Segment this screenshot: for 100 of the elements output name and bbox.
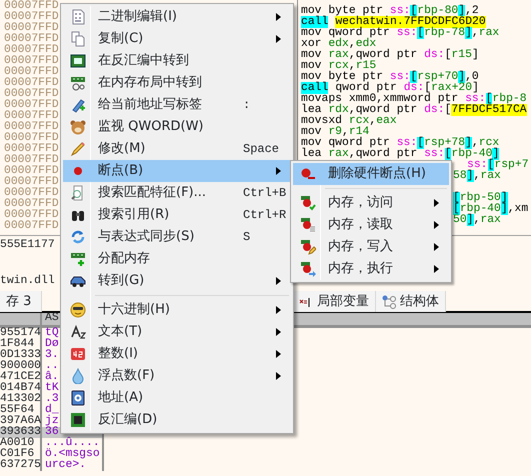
menu-item[interactable]: 复制(C) [63,28,291,50]
address-cell: 00007FFD [4,122,59,133]
hex-cell: A0010 [0,437,34,449]
address-cell: 00007FFD [4,67,59,78]
code-line: mov qword ptr ss:[rbp-78],rax [301,28,500,39]
menu-item[interactable]: 内存，写入 [293,236,449,258]
menu-item[interactable]: 内存，读取 [293,214,449,236]
module-name: twin.dll [0,276,55,287]
address-cell: 00007FFD [4,221,59,232]
code-line: [rbp-40],xm [453,204,528,215]
address-cell: 00007FFD [4,155,59,166]
shortcut-text: : [243,97,250,114]
hex-cell: 471CE2 [0,371,42,383]
binary-file-icon [70,9,86,25]
hex-cell: 413302 [0,393,42,405]
code-line: call qword ptr ds:[rax+20] [301,83,479,94]
search-document-icon [70,185,86,201]
hex-cell: 0D1333 [0,349,42,361]
hex-cell: 393633 [0,426,42,438]
menu-item[interactable]: 删除硬件断点(H) [293,163,449,185]
memory-breakpoint-icon [300,261,316,277]
address-cell: 00007FFD [4,188,59,199]
pencil-icon [70,141,86,157]
menu-item[interactable]: 搜索引用(R) Ctrl+R [63,204,291,226]
address-cell: 00007FFD [4,12,59,23]
ascii-cell: tQ [45,327,59,339]
address-cell: 00007FFD [4,210,59,221]
address-cell: 00007FFD [4,177,59,188]
code-line: mov qword ptr ss:[rsp+78],rcx [301,138,500,149]
menu-item[interactable]: 内存，访问 [293,192,449,214]
menu-item[interactable]: 在反汇编中转到 [63,50,291,72]
remove-breakpoint-icon [300,166,316,182]
address-cell: 00007FFD [4,45,59,56]
chip-icon [70,53,86,69]
hex-cell: 014B74 [0,382,42,394]
address-text: 555E1177 [0,240,55,251]
column-header: AS [45,312,59,324]
code-line: ss:[rsp+7 [467,160,529,171]
ascii-cell: d_ [45,404,59,416]
address-cell: 00007FFD [4,34,59,45]
menu-item[interactable]: 监视 QWORD(W) [63,116,291,138]
number-badge-icon [70,346,86,362]
code-line: mov r9,r14 [301,127,370,138]
dump-row[interactable]: 637275 urce>. [0,460,104,471]
ascii-cell: tK [45,382,59,394]
copy-icon [70,31,86,47]
code-line: xor edx,edx [301,39,376,50]
code-line: movaps xmm0,xmmword ptr ss:[rbp-8 [301,94,527,105]
water-drop-icon [70,368,86,384]
dump-row[interactable]: A0010 ...û.... [0,438,104,449]
cpu-icon [70,412,86,428]
code-line: lea rdx,qword ptr ds:[7FFDCF517CA [301,105,527,116]
animal-head-icon [70,119,86,135]
memory-search-icon [70,75,86,91]
structure-icon [382,294,396,308]
hex-cell: 397A6A [0,415,42,427]
dump-row[interactable]: C01F6 ö.<msgso [0,449,104,460]
tab[interactable]: 局部变量 [293,291,376,312]
menu-item[interactable]: 分配内存 [63,248,291,270]
hex-cell: 1F844 [0,338,34,350]
code-line: mov byte ptr ss:[rsp+70],0 [301,72,479,83]
text-icon [70,324,86,340]
menu-item[interactable]: 断点(B) [63,160,291,182]
shortcut-text: S [243,229,250,246]
menu-item[interactable]: 给当前地址写标签 : [63,94,291,116]
sunglasses-smiley-icon [70,302,86,318]
tag-icon [70,97,86,113]
code-line: lea rax,qword ptr ss:[rbp-40] [301,149,500,160]
address-book-icon [70,390,86,406]
menu-item[interactable]: 转到(G) [63,270,291,292]
code-line: 58],rax [453,171,501,182]
menu-item[interactable]: 在内存布局中转到 [63,72,291,94]
menu-item[interactable]: 二进制编辑(I) [63,6,291,28]
memory-add-icon [70,251,86,267]
ascii-cell: 36 [45,426,59,438]
tab[interactable]: 结构体 [376,291,446,312]
tab[interactable]: 存 3 [0,291,42,312]
menu-item[interactable]: 修改(M) Space [63,138,291,160]
ascii-cell: .3 [45,393,59,405]
code-line: mov rcx,r15 [301,61,376,72]
address-cell: 00007FFD [4,199,59,210]
ascii-cell: Dø [45,338,59,350]
ascii-cell: .. [45,360,59,372]
address-cell: 00007FFD [4,1,59,12]
menu-item[interactable]: 与表达式同步(S) S [63,226,291,248]
code-line: movsxd rcx,eax [301,116,397,127]
address-cell: 00007FFD [4,133,59,144]
hex-cell: C01F6 [0,448,34,460]
menu-item[interactable]: 十六进制(H) [63,299,291,321]
memory-breakpoint-icon [300,195,316,211]
code-line: mov rax,qword ptr ds:[r15] [301,50,479,61]
address-cell: 00007FFD [4,78,59,89]
ascii-cell: urce>. [45,459,86,471]
memory-breakpoint-icon [300,217,316,233]
menu-item[interactable]: 搜索匹配特征(F)... Ctrl+B [63,182,291,204]
menu-item[interactable]: 内存，执行 [293,258,449,280]
ascii-cell: ö.<msgso [45,448,100,460]
ascii-cell: â. [45,371,59,383]
address-cell: 00007FFD [4,111,59,122]
sync-icon [70,229,86,245]
